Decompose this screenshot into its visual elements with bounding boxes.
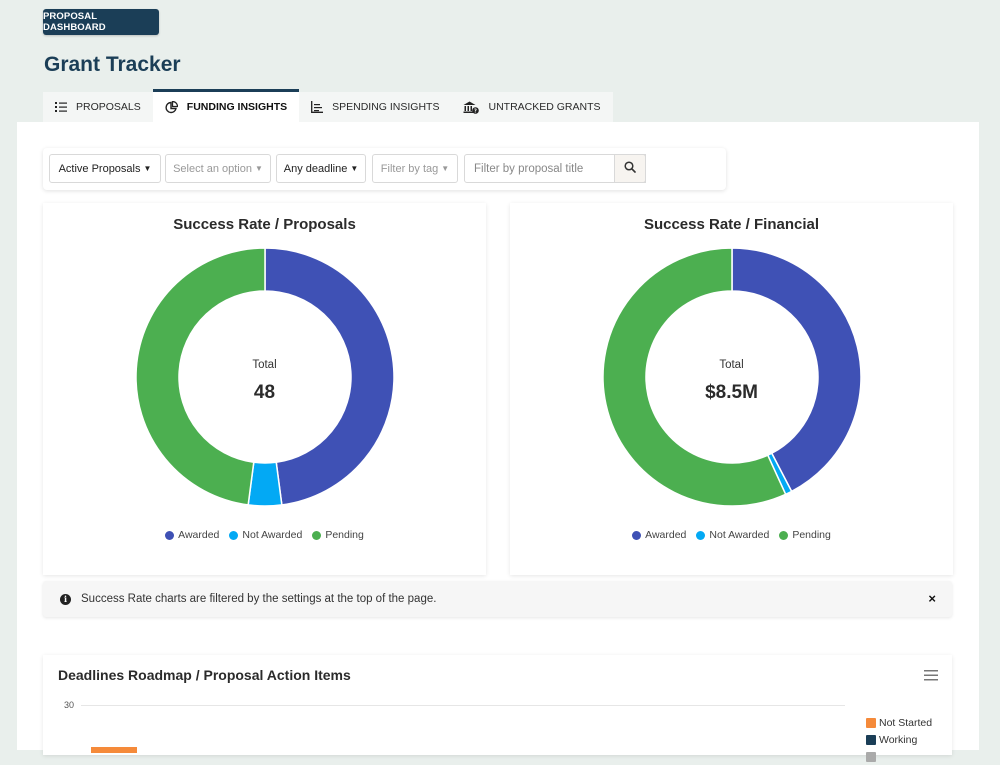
- y-tick-label: 30: [64, 700, 75, 710]
- proposal-dashboard-button[interactable]: PROPOSAL DASHBOARD: [43, 9, 159, 35]
- legend-marker: [779, 530, 789, 540]
- donut-center-value: 48: [253, 382, 276, 403]
- chart-title: Success Rate / Proposals: [173, 216, 356, 233]
- bank-question-icon: ?: [463, 101, 480, 114]
- success-rate-financial-card: Success Rate / Financial Total $8.5M Awa…: [510, 203, 953, 575]
- search-button[interactable]: [614, 154, 646, 183]
- legend-item-awarded[interactable]: Awarded: [632, 529, 686, 541]
- page-title: Grant Tracker: [44, 53, 181, 76]
- hamburger-menu-icon[interactable]: [924, 668, 938, 686]
- proposals-donut-chart: [135, 247, 395, 507]
- legend-label: Pending: [325, 529, 364, 541]
- chart-title: Deadlines Roadmap / Proposal Action Item…: [58, 667, 351, 683]
- tab-funding-insights[interactable]: FUNDING INSIGHTS: [152, 89, 300, 122]
- gridline: [81, 705, 845, 706]
- tab-proposals[interactable]: PROPOSALS: [43, 92, 153, 122]
- tag-filter-label: Filter by tag: [380, 162, 439, 175]
- legend-label: Not Started: [879, 716, 933, 729]
- tab-label: UNTRACKED GRANTS: [488, 101, 601, 113]
- caret-down-icon: ▼: [254, 164, 263, 173]
- legend-label: Awarded: [178, 529, 220, 541]
- legend-item-not-started[interactable]: Not Started: [866, 714, 932, 731]
- legend-item-awarded[interactable]: Awarded: [165, 529, 219, 541]
- deadlines-roadmap-card: Deadlines Roadmap / Proposal Action Item…: [43, 655, 952, 762]
- legend-marker: [866, 717, 876, 728]
- deadline-filter-label: Any deadline: [283, 162, 348, 175]
- legend-label: Pending: [792, 529, 831, 541]
- legend-label: Working: [879, 733, 918, 746]
- status-filter-dropdown[interactable]: Active Proposals ▼: [49, 154, 161, 183]
- legend-marker: [696, 530, 706, 540]
- chart-title: Success Rate / Financial: [643, 216, 820, 233]
- legend-label: Awarded: [645, 529, 687, 541]
- tab-untracked-grants[interactable]: ? UNTRACKED GRANTS: [451, 92, 613, 122]
- bar-not-started[interactable]: [91, 747, 137, 753]
- legend-marker: [632, 530, 642, 540]
- donut-slice-pending[interactable]: [135, 247, 266, 506]
- legend-label: Not Awarded: [242, 529, 303, 541]
- bar-chart-icon: [311, 101, 324, 113]
- caret-down-icon: ▼: [350, 164, 359, 173]
- option-filter-label: Select an option: [173, 162, 252, 175]
- financial-donut-chart: [602, 247, 862, 507]
- chart-legend: Awarded Not Awarded Pending: [510, 529, 953, 541]
- chart-legend: Awarded Not Awarded Pending: [43, 529, 486, 541]
- tab-bar: PROPOSALS FUNDING INSIGHTS SPENDING INSI…: [43, 89, 613, 122]
- close-icon[interactable]: ×: [928, 591, 936, 606]
- donut-center-value: $8.5M: [705, 382, 758, 403]
- legend-item-not-awarded[interactable]: Not Awarded: [229, 529, 302, 541]
- legend-marker: [866, 751, 876, 762]
- legend-marker: [165, 530, 175, 540]
- list-icon: [55, 102, 67, 112]
- legend-item-pending[interactable]: Pending: [779, 529, 831, 541]
- info-alert: i Success Rate charts are filtered by th…: [43, 581, 952, 617]
- legend-item-other[interactable]: [866, 748, 932, 765]
- tab-label: PROPOSALS: [76, 101, 141, 113]
- success-rate-proposals-card: Success Rate / Proposals Total 48 Awarde…: [43, 203, 486, 575]
- tab-spending-insights[interactable]: SPENDING INSIGHTS: [299, 92, 452, 122]
- tag-filter-dropdown[interactable]: Filter by tag ▼: [372, 154, 458, 183]
- donut-center-label: Total: [252, 359, 277, 371]
- caret-down-icon: ▼: [441, 164, 450, 173]
- legend-label: Not Awarded: [709, 529, 770, 541]
- status-filter-label: Active Proposals: [58, 162, 141, 175]
- donut-slice-awarded[interactable]: [264, 247, 395, 506]
- legend-marker: [866, 734, 876, 745]
- caret-down-icon: ▼: [143, 164, 152, 173]
- deadline-filter-dropdown[interactable]: Any deadline ▼: [276, 154, 366, 183]
- legend-item-not-awarded[interactable]: Not Awarded: [696, 529, 769, 541]
- filter-bar: Active Proposals ▼ Select an option ▼ Any …: [43, 148, 726, 190]
- info-icon: i: [60, 593, 71, 605]
- search-icon: [624, 160, 636, 178]
- pie-chart-icon: [165, 100, 178, 114]
- option-filter-dropdown[interactable]: Select an option ▼: [165, 154, 271, 183]
- legend-item-pending[interactable]: Pending: [312, 529, 364, 541]
- legend-marker: [229, 530, 239, 540]
- svg-text:?: ?: [475, 108, 478, 114]
- alert-text: Success Rate charts are filtered by the …: [81, 593, 437, 605]
- chart-legend: Not Started Working: [866, 714, 932, 765]
- donut-center-label: Total: [719, 359, 744, 371]
- legend-marker: [312, 530, 322, 540]
- tab-label: SPENDING INSIGHTS: [332, 101, 440, 113]
- legend-item-working[interactable]: Working: [866, 731, 932, 748]
- tab-label: FUNDING INSIGHTS: [186, 101, 288, 113]
